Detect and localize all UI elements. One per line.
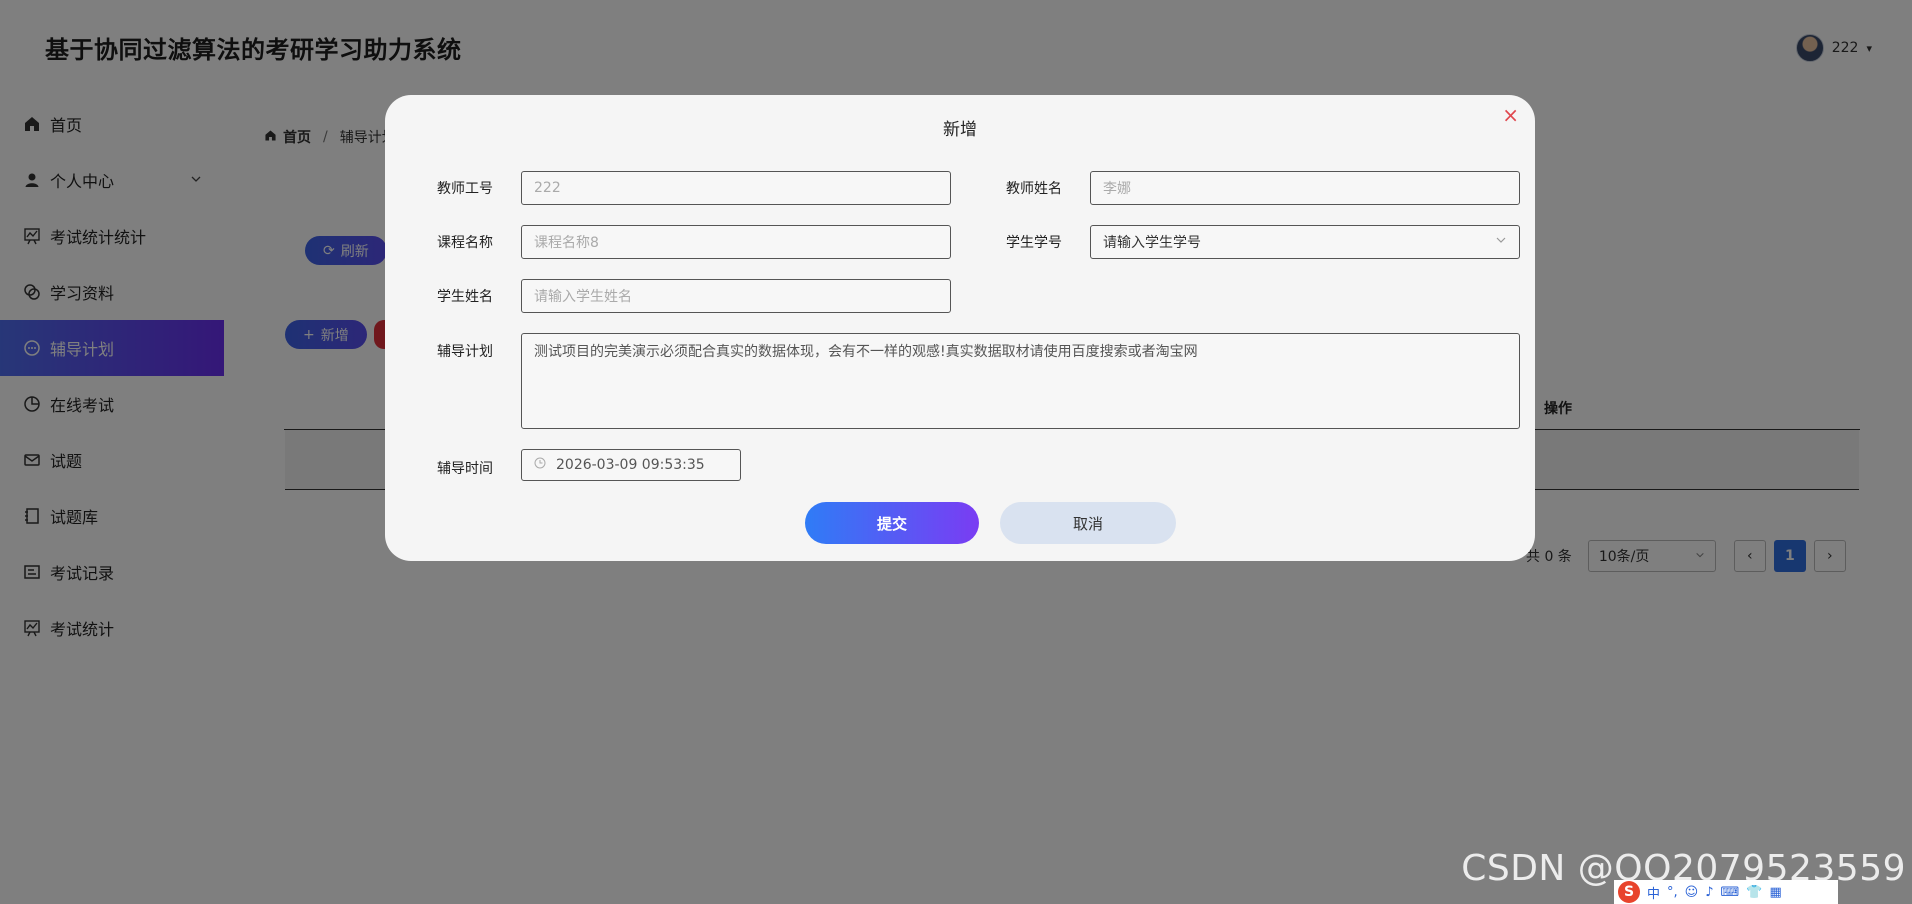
time-picker[interactable]: 2026-03-09 09:53:35 — [521, 449, 741, 481]
ime-punct[interactable]: °, — [1667, 885, 1678, 900]
student-name-placeholder: 请输入学生姓名 — [534, 289, 632, 305]
teacher-name-value: 李娜 — [1103, 181, 1131, 197]
course-name-field[interactable]: 课程名称8 — [521, 225, 951, 259]
keyboard-icon[interactable]: ⌨ — [1721, 885, 1740, 900]
ime-mode[interactable]: 中 — [1647, 883, 1660, 902]
cancel-button[interactable]: 取消 — [1000, 502, 1176, 544]
microphone-icon[interactable]: ♪ — [1705, 885, 1713, 900]
shirt-icon[interactable]: 👕 — [1746, 885, 1762, 900]
teacher-name-label: 教师姓名 — [1006, 181, 1062, 197]
clock-icon — [534, 457, 546, 473]
teacher-name-field[interactable]: 李娜 — [1090, 171, 1520, 205]
student-id-select[interactable]: 请输入学生学号 — [1090, 225, 1520, 259]
ime-toolbar[interactable]: S 中 °, ☺ ♪ ⌨ 👕 ▦ — [1614, 880, 1838, 904]
course-name-value: 课程名称8 — [534, 235, 599, 251]
course-name-label: 课程名称 — [437, 235, 493, 251]
teacher-id-label: 教师工号 — [437, 181, 493, 197]
plan-label: 辅导计划 — [437, 344, 493, 360]
time-value: 2026-03-09 09:53:35 — [556, 457, 705, 473]
teacher-id-value: 222 — [534, 180, 561, 196]
student-id-placeholder: 请输入学生学号 — [1103, 235, 1201, 251]
student-name-label: 学生姓名 — [437, 289, 493, 305]
add-dialog: 新增 × 教师工号 222 教师姓名 李娜 课程名称 课程名称8 学生学号 请输… — [385, 95, 1535, 561]
emoji-icon[interactable]: ☺ — [1685, 885, 1699, 900]
chevron-down-icon — [1495, 234, 1507, 250]
time-label: 辅导时间 — [437, 461, 493, 477]
grid-icon[interactable]: ▦ — [1769, 885, 1781, 900]
close-icon[interactable]: × — [1502, 105, 1519, 125]
submit-button[interactable]: 提交 — [805, 502, 979, 544]
dialog-title: 新增 — [943, 120, 977, 140]
student-name-field[interactable]: 请输入学生姓名 — [521, 279, 951, 313]
sogou-logo-icon[interactable]: S — [1618, 881, 1640, 903]
teacher-id-field[interactable]: 222 — [521, 171, 951, 205]
plan-textarea[interactable]: 测试项目的完美演示必须配合真实的数据体现，会有不一样的观感!真实数据取材请使用百… — [521, 333, 1520, 429]
plan-text: 测试项目的完美演示必须配合真实的数据体现，会有不一样的观感!真实数据取材请使用百… — [534, 344, 1198, 360]
student-id-label: 学生学号 — [1006, 235, 1062, 251]
